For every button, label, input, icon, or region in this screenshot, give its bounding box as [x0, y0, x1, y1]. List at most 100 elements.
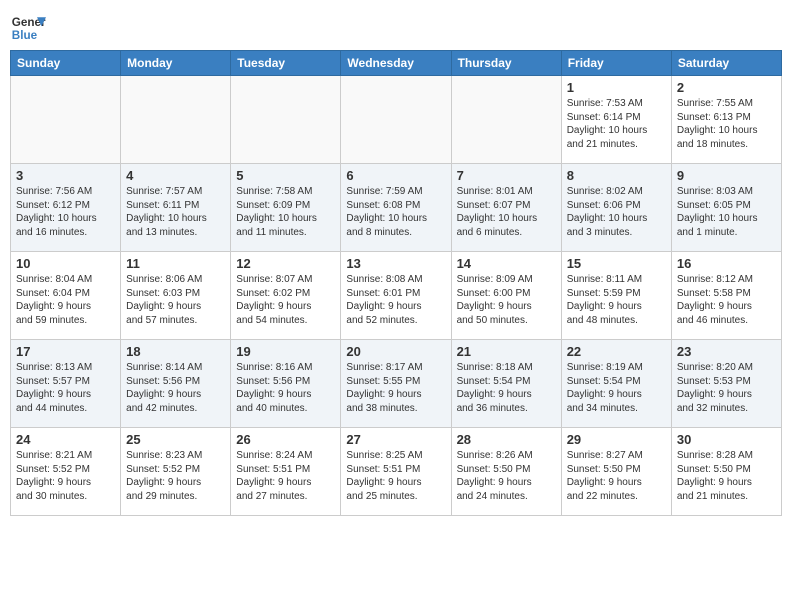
day-number: 9: [677, 168, 776, 183]
day-number: 10: [16, 256, 115, 271]
day-info: Sunrise: 8:12 AM Sunset: 5:58 PM Dayligh…: [677, 273, 776, 327]
day-number: 28: [457, 432, 556, 447]
day-info: Sunrise: 8:13 AM Sunset: 5:57 PM Dayligh…: [16, 361, 115, 415]
calendar-cell: 1Sunrise: 7:53 AM Sunset: 6:14 PM Daylig…: [561, 76, 671, 164]
calendar-week-row: 10 Sunrise: 8:04 AM Sunset: 6:04 PM Dayli…: [11, 252, 782, 340]
day-info: Sunrise: 8:28 AM Sunset: 5:50 PM Dayligh…: [677, 449, 776, 503]
day-info: Sunrise: 8:06 AM Sunset: 6:03 PM Dayligh…: [126, 273, 225, 327]
day-info: Sunrise: 7:57 AM Sunset: 6:11 PM Dayligh…: [126, 185, 225, 239]
calendar-cell: 12 Sunrise: 8:07 AM Sunset: 6:02 PM Dayli…: [231, 252, 341, 340]
calendar-cell: [341, 76, 451, 164]
day-number: 18: [126, 344, 225, 359]
day-info: Sunrise: 8:07 AM Sunset: 6:02 PM Dayligh…: [236, 273, 335, 327]
day-info: Sunrise: 8:14 AM Sunset: 5:56 PM Dayligh…: [126, 361, 225, 415]
weekday-header-tuesday: Tuesday: [231, 51, 341, 76]
day-info: Sunrise: 8:23 AM Sunset: 5:52 PM Dayligh…: [126, 449, 225, 503]
calendar-week-row: 1Sunrise: 7:53 AM Sunset: 6:14 PM Daylig…: [11, 76, 782, 164]
day-number: 24: [16, 432, 115, 447]
page-header: General Blue: [10, 10, 782, 46]
day-number: 23: [677, 344, 776, 359]
day-info: Sunrise: 8:21 AM Sunset: 5:52 PM Dayligh…: [16, 449, 115, 503]
svg-text:Blue: Blue: [12, 29, 38, 42]
calendar-cell: 20 Sunrise: 8:17 AM Sunset: 5:55 PM Dayli…: [341, 340, 451, 428]
calendar-cell: 17 Sunrise: 8:13 AM Sunset: 5:57 PM Dayli…: [11, 340, 121, 428]
calendar-cell: 7 Sunrise: 8:01 AM Sunset: 6:07 PM Daylig…: [451, 164, 561, 252]
day-info: Sunrise: 8:19 AM Sunset: 5:54 PM Dayligh…: [567, 361, 666, 415]
calendar-cell: 9 Sunrise: 8:03 AM Sunset: 6:05 PM Daylig…: [671, 164, 781, 252]
calendar-week-row: 3 Sunrise: 7:56 AM Sunset: 6:12 PM Daylig…: [11, 164, 782, 252]
calendar-cell: 22 Sunrise: 8:19 AM Sunset: 5:54 PM Dayli…: [561, 340, 671, 428]
calendar-cell: 19Sunrise: 8:16 AM Sunset: 5:56 PM Dayli…: [231, 340, 341, 428]
day-info: Sunrise: 8:26 AM Sunset: 5:50 PM Dayligh…: [457, 449, 556, 503]
day-info: Sunrise: 7:58 AM Sunset: 6:09 PM Dayligh…: [236, 185, 335, 239]
day-number: 21: [457, 344, 556, 359]
day-number: 17: [16, 344, 115, 359]
calendar-cell: 29 Sunrise: 8:27 AM Sunset: 5:50 PM Dayli…: [561, 428, 671, 516]
calendar-week-row: 17 Sunrise: 8:13 AM Sunset: 5:57 PM Dayli…: [11, 340, 782, 428]
calendar-cell: 2Sunrise: 7:55 AM Sunset: 6:13 PM Daylig…: [671, 76, 781, 164]
day-number: 4: [126, 168, 225, 183]
day-number: 27: [346, 432, 445, 447]
day-number: 7: [457, 168, 556, 183]
day-number: 20: [346, 344, 445, 359]
calendar-cell: 5Sunrise: 7:58 AM Sunset: 6:09 PM Daylig…: [231, 164, 341, 252]
day-info: Sunrise: 8:18 AM Sunset: 5:54 PM Dayligh…: [457, 361, 556, 415]
day-info: Sunrise: 7:56 AM Sunset: 6:12 PM Dayligh…: [16, 185, 115, 239]
calendar-cell: 3 Sunrise: 7:56 AM Sunset: 6:12 PM Daylig…: [11, 164, 121, 252]
day-info: Sunrise: 8:17 AM Sunset: 5:55 PM Dayligh…: [346, 361, 445, 415]
day-number: 8: [567, 168, 666, 183]
calendar-cell: [451, 76, 561, 164]
day-number: 2: [677, 80, 776, 95]
day-info: Sunrise: 8:03 AM Sunset: 6:05 PM Dayligh…: [677, 185, 776, 239]
calendar-cell: 16 Sunrise: 8:12 AM Sunset: 5:58 PM Dayli…: [671, 252, 781, 340]
day-info: Sunrise: 8:24 AM Sunset: 5:51 PM Dayligh…: [236, 449, 335, 503]
day-number: 3: [16, 168, 115, 183]
calendar-cell: 6 Sunrise: 7:59 AM Sunset: 6:08 PM Daylig…: [341, 164, 451, 252]
calendar-cell: 21 Sunrise: 8:18 AM Sunset: 5:54 PM Dayli…: [451, 340, 561, 428]
day-number: 19: [236, 344, 335, 359]
day-number: 11: [126, 256, 225, 271]
calendar-cell: 15 Sunrise: 8:11 AM Sunset: 5:59 PM Dayli…: [561, 252, 671, 340]
calendar-cell: 24 Sunrise: 8:21 AM Sunset: 5:52 PM Dayli…: [11, 428, 121, 516]
day-info: Sunrise: 8:04 AM Sunset: 6:04 PM Dayligh…: [16, 273, 115, 327]
day-number: 30: [677, 432, 776, 447]
weekday-header-thursday: Thursday: [451, 51, 561, 76]
day-info: Sunrise: 8:02 AM Sunset: 6:06 PM Dayligh…: [567, 185, 666, 239]
calendar-cell: [11, 76, 121, 164]
weekday-header-sunday: Sunday: [11, 51, 121, 76]
calendar-cell: 8 Sunrise: 8:02 AM Sunset: 6:06 PM Daylig…: [561, 164, 671, 252]
calendar-cell: 18 Sunrise: 8:14 AM Sunset: 5:56 PM Dayli…: [121, 340, 231, 428]
day-number: 15: [567, 256, 666, 271]
calendar-week-row: 24 Sunrise: 8:21 AM Sunset: 5:52 PM Dayli…: [11, 428, 782, 516]
calendar-cell: 14Sunrise: 8:09 AM Sunset: 6:00 PM Dayli…: [451, 252, 561, 340]
calendar-cell: 10 Sunrise: 8:04 AM Sunset: 6:04 PM Dayli…: [11, 252, 121, 340]
logo-icon: General Blue: [10, 10, 46, 46]
calendar-cell: 27 Sunrise: 8:25 AM Sunset: 5:51 PM Dayli…: [341, 428, 451, 516]
calendar-cell: [231, 76, 341, 164]
weekday-header-monday: Monday: [121, 51, 231, 76]
day-info: Sunrise: 8:11 AM Sunset: 5:59 PM Dayligh…: [567, 273, 666, 327]
day-info: Sunrise: 8:20 AM Sunset: 5:53 PM Dayligh…: [677, 361, 776, 415]
day-number: 12: [236, 256, 335, 271]
day-number: 25: [126, 432, 225, 447]
day-info: Sunrise: 8:27 AM Sunset: 5:50 PM Dayligh…: [567, 449, 666, 503]
day-info: Sunrise: 7:59 AM Sunset: 6:08 PM Dayligh…: [346, 185, 445, 239]
calendar-cell: 11 Sunrise: 8:06 AM Sunset: 6:03 PM Dayli…: [121, 252, 231, 340]
day-number: 22: [567, 344, 666, 359]
calendar-cell: 4 Sunrise: 7:57 AM Sunset: 6:11 PM Daylig…: [121, 164, 231, 252]
calendar-header-row: SundayMondayTuesdayWednesdayThursdayFrid…: [11, 51, 782, 76]
day-info: Sunrise: 8:01 AM Sunset: 6:07 PM Dayligh…: [457, 185, 556, 239]
day-info: Sunrise: 8:09 AM Sunset: 6:00 PM Dayligh…: [457, 273, 556, 327]
day-number: 29: [567, 432, 666, 447]
day-number: 13: [346, 256, 445, 271]
day-number: 1: [567, 80, 666, 95]
day-number: 16: [677, 256, 776, 271]
calendar-cell: 13Sunrise: 8:08 AM Sunset: 6:01 PM Dayli…: [341, 252, 451, 340]
calendar-cell: [121, 76, 231, 164]
weekday-header-friday: Friday: [561, 51, 671, 76]
calendar-table: SundayMondayTuesdayWednesdayThursdayFrid…: [10, 50, 782, 516]
calendar-cell: 25 Sunrise: 8:23 AM Sunset: 5:52 PM Dayli…: [121, 428, 231, 516]
day-number: 6: [346, 168, 445, 183]
day-info: Sunrise: 8:25 AM Sunset: 5:51 PM Dayligh…: [346, 449, 445, 503]
calendar-cell: 26Sunrise: 8:24 AM Sunset: 5:51 PM Dayli…: [231, 428, 341, 516]
